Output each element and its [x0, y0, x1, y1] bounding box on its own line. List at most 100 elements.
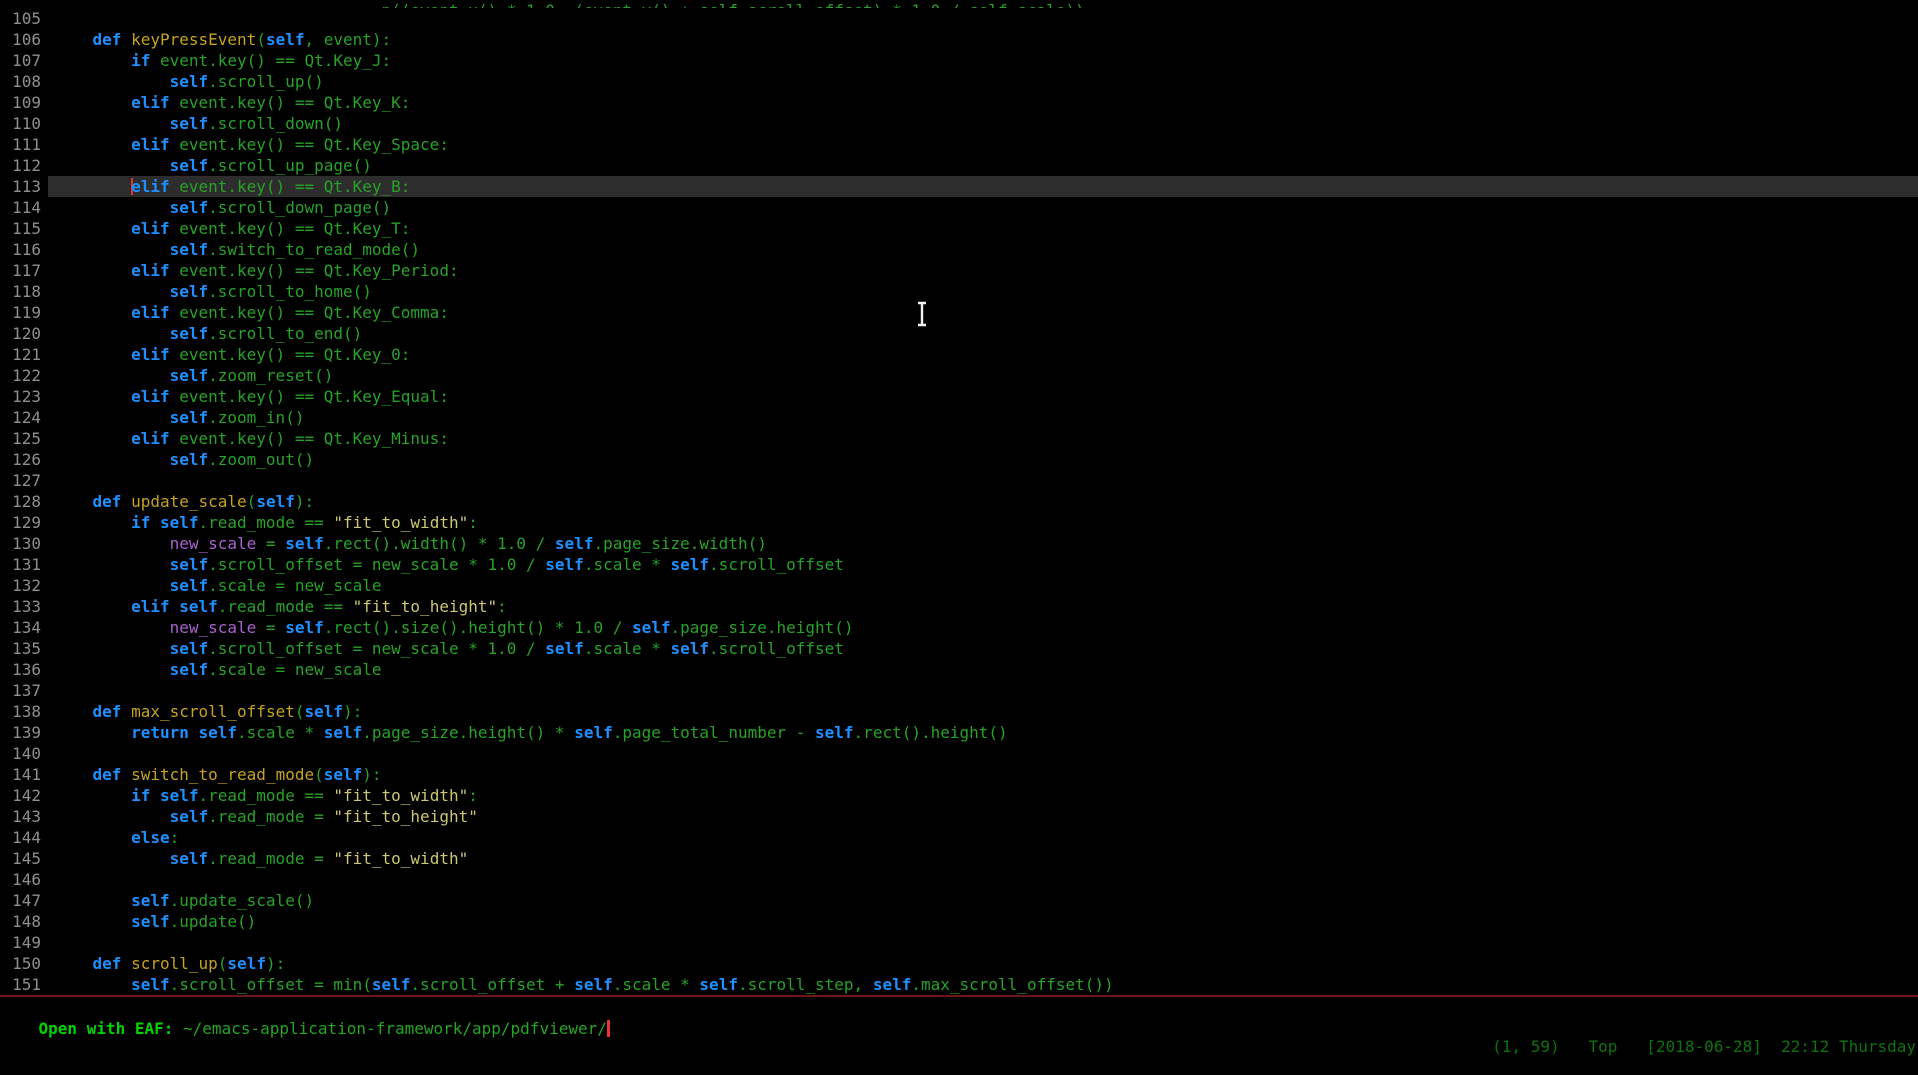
code-token: (: [256, 30, 266, 49]
code-line[interactable]: 115 elif event.key() == Qt.Key_T:: [0, 218, 1918, 239]
code-token: [54, 723, 131, 742]
code-token: (: [218, 954, 228, 973]
code-text: [48, 869, 1918, 890]
code-text: [48, 8, 1918, 29]
code-line[interactable]: 137: [0, 680, 1918, 701]
line-number: 149: [0, 932, 48, 953]
code-token: [54, 156, 170, 175]
code-line[interactable]: 111 elif event.key() == Qt.Key_Space:: [0, 134, 1918, 155]
code-text: self.read_mode = "fit_to_width": [48, 848, 1918, 869]
code-line[interactable]: 113 elif event.key() == Qt.Key_B:: [0, 176, 1918, 197]
code-text: self.update_scale(): [48, 890, 1918, 911]
code-line[interactable]: 142 if self.read_mode == "fit_to_width":: [0, 785, 1918, 806]
line-number: [0, 0, 48, 8]
code-token: :: [170, 828, 180, 847]
code-line[interactable]: 130 new_scale = self.rect().width() * 1.…: [0, 533, 1918, 554]
code-line[interactable]: 118 self.scroll_to_home(): [0, 281, 1918, 302]
code-token: [150, 786, 160, 805]
code-line[interactable]: 106 def keyPressEvent(self, event):: [0, 29, 1918, 50]
code-token: [54, 387, 131, 406]
code-line[interactable]: 120 self.scroll_to_end(): [0, 323, 1918, 344]
line-number: 148: [0, 911, 48, 932]
code-token: [54, 807, 170, 826]
code-buffer[interactable]: p((event.x() * 1.0, (event.y() + self.sc…: [0, 0, 1918, 995]
code-token: event.key() == Qt.Key_J:: [150, 51, 391, 70]
code-token: .rect().height(): [854, 723, 1008, 742]
code-token: event.key() == Qt.Key_0:: [170, 345, 411, 364]
code-text: def update_scale(self):: [48, 491, 1918, 512]
code-text: self.zoom_in(): [48, 407, 1918, 428]
code-line[interactable]: 108 self.scroll_up(): [0, 71, 1918, 92]
code-line[interactable]: 148 self.update(): [0, 911, 1918, 932]
code-token: switch_to_read_mode: [131, 765, 314, 784]
line-number: 112: [0, 155, 48, 176]
code-line[interactable]: 146: [0, 869, 1918, 890]
code-token: self: [815, 723, 854, 742]
code-line[interactable]: 114 self.scroll_down_page(): [0, 197, 1918, 218]
code-token: self: [170, 156, 209, 175]
code-line[interactable]: 151 self.scroll_offset = min(self.scroll…: [0, 974, 1918, 995]
code-line[interactable]: 124 self.zoom_in(): [0, 407, 1918, 428]
code-line[interactable]: 132 self.scale = new_scale: [0, 575, 1918, 596]
code-token: .scroll_step,: [738, 975, 873, 994]
code-token: [54, 849, 170, 868]
code-line[interactable]: 150 def scroll_up(self):: [0, 953, 1918, 974]
code-line[interactable]: 109 elif event.key() == Qt.Key_K:: [0, 92, 1918, 113]
code-line[interactable]: 107 if event.key() == Qt.Key_J:: [0, 50, 1918, 71]
line-number: 135: [0, 638, 48, 659]
code-line[interactable]: 143 self.read_mode = "fit_to_height": [0, 806, 1918, 827]
code-token: if: [131, 786, 150, 805]
code-line[interactable]: 149: [0, 932, 1918, 953]
code-line[interactable]: 136 self.scale = new_scale: [0, 659, 1918, 680]
minibuffer[interactable]: Open with EAF: ~/emacs-application-frame…: [0, 997, 1918, 1018]
code-line[interactable]: 147 self.update_scale(): [0, 890, 1918, 911]
code-token: .page_size.height() *: [362, 723, 574, 742]
code-token: self: [227, 954, 266, 973]
line-number: 126: [0, 449, 48, 470]
code-line[interactable]: 139 return self.scale * self.page_size.h…: [0, 722, 1918, 743]
code-line[interactable]: 112 self.scroll_up_page(): [0, 155, 1918, 176]
code-token: [54, 324, 170, 343]
code-line[interactable]: 127: [0, 470, 1918, 491]
emacs-window: p((event.x() * 1.0, (event.y() + self.sc…: [0, 0, 1918, 1037]
code-line[interactable]: 134 new_scale = self.rect().size().heigh…: [0, 617, 1918, 638]
code-line[interactable]: 128 def update_scale(self):: [0, 491, 1918, 512]
code-token: [121, 954, 131, 973]
code-line[interactable]: 145 self.read_mode = "fit_to_width": [0, 848, 1918, 869]
code-line[interactable]: 131 self.scroll_offset = new_scale * 1.0…: [0, 554, 1918, 575]
status-line: (1, 59) Top [2018-06-28] 22:12 Thursday: [0, 1018, 1918, 1037]
code-line[interactable]: 121 elif event.key() == Qt.Key_0:: [0, 344, 1918, 365]
code-token: self: [372, 975, 411, 994]
code-text: if self.read_mode == "fit_to_width":: [48, 512, 1918, 533]
code-line[interactable]: p((event.x() * 1.0, (event.y() + self.sc…: [0, 0, 1918, 8]
code-line[interactable]: 140: [0, 743, 1918, 764]
code-text: self.scroll_to_end(): [48, 323, 1918, 344]
line-number: 120: [0, 323, 48, 344]
code-line[interactable]: 125 elif event.key() == Qt.Key_Minus:: [0, 428, 1918, 449]
code-line[interactable]: 126 self.zoom_out(): [0, 449, 1918, 470]
code-line[interactable]: 110 self.scroll_down(): [0, 113, 1918, 134]
code-line[interactable]: 138 def max_scroll_offset(self):: [0, 701, 1918, 722]
code-token: .zoom_out(): [208, 450, 314, 469]
code-line[interactable]: 116 self.switch_to_read_mode(): [0, 239, 1918, 260]
code-line[interactable]: 129 if self.read_mode == "fit_to_width":: [0, 512, 1918, 533]
code-token: "fit_to_height": [353, 597, 498, 616]
code-line[interactable]: 105: [0, 8, 1918, 29]
code-token: .scroll_offset = new_scale * 1.0 /: [208, 555, 545, 574]
code-text: def switch_to_read_mode(self):: [48, 764, 1918, 785]
code-token: .scroll_to_end(): [208, 324, 362, 343]
code-line[interactable]: 135 self.scroll_offset = new_scale * 1.0…: [0, 638, 1918, 659]
code-line[interactable]: 141 def switch_to_read_mode(self):: [0, 764, 1918, 785]
code-line[interactable]: 144 else:: [0, 827, 1918, 848]
code-line[interactable]: 119 elif event.key() == Qt.Key_Comma:: [0, 302, 1918, 323]
code-token: event.key() == Qt.Key_Period:: [170, 261, 459, 280]
code-token: :: [497, 597, 507, 616]
code-text: self.scroll_up(): [48, 71, 1918, 92]
code-token: [54, 786, 131, 805]
code-token: elif: [131, 135, 170, 154]
code-line[interactable]: 133 elif self.read_mode == "fit_to_heigh…: [0, 596, 1918, 617]
code-token: [54, 828, 131, 847]
code-line[interactable]: 117 elif event.key() == Qt.Key_Period:: [0, 260, 1918, 281]
code-line[interactable]: 123 elif event.key() == Qt.Key_Equal:: [0, 386, 1918, 407]
code-line[interactable]: 122 self.zoom_reset(): [0, 365, 1918, 386]
